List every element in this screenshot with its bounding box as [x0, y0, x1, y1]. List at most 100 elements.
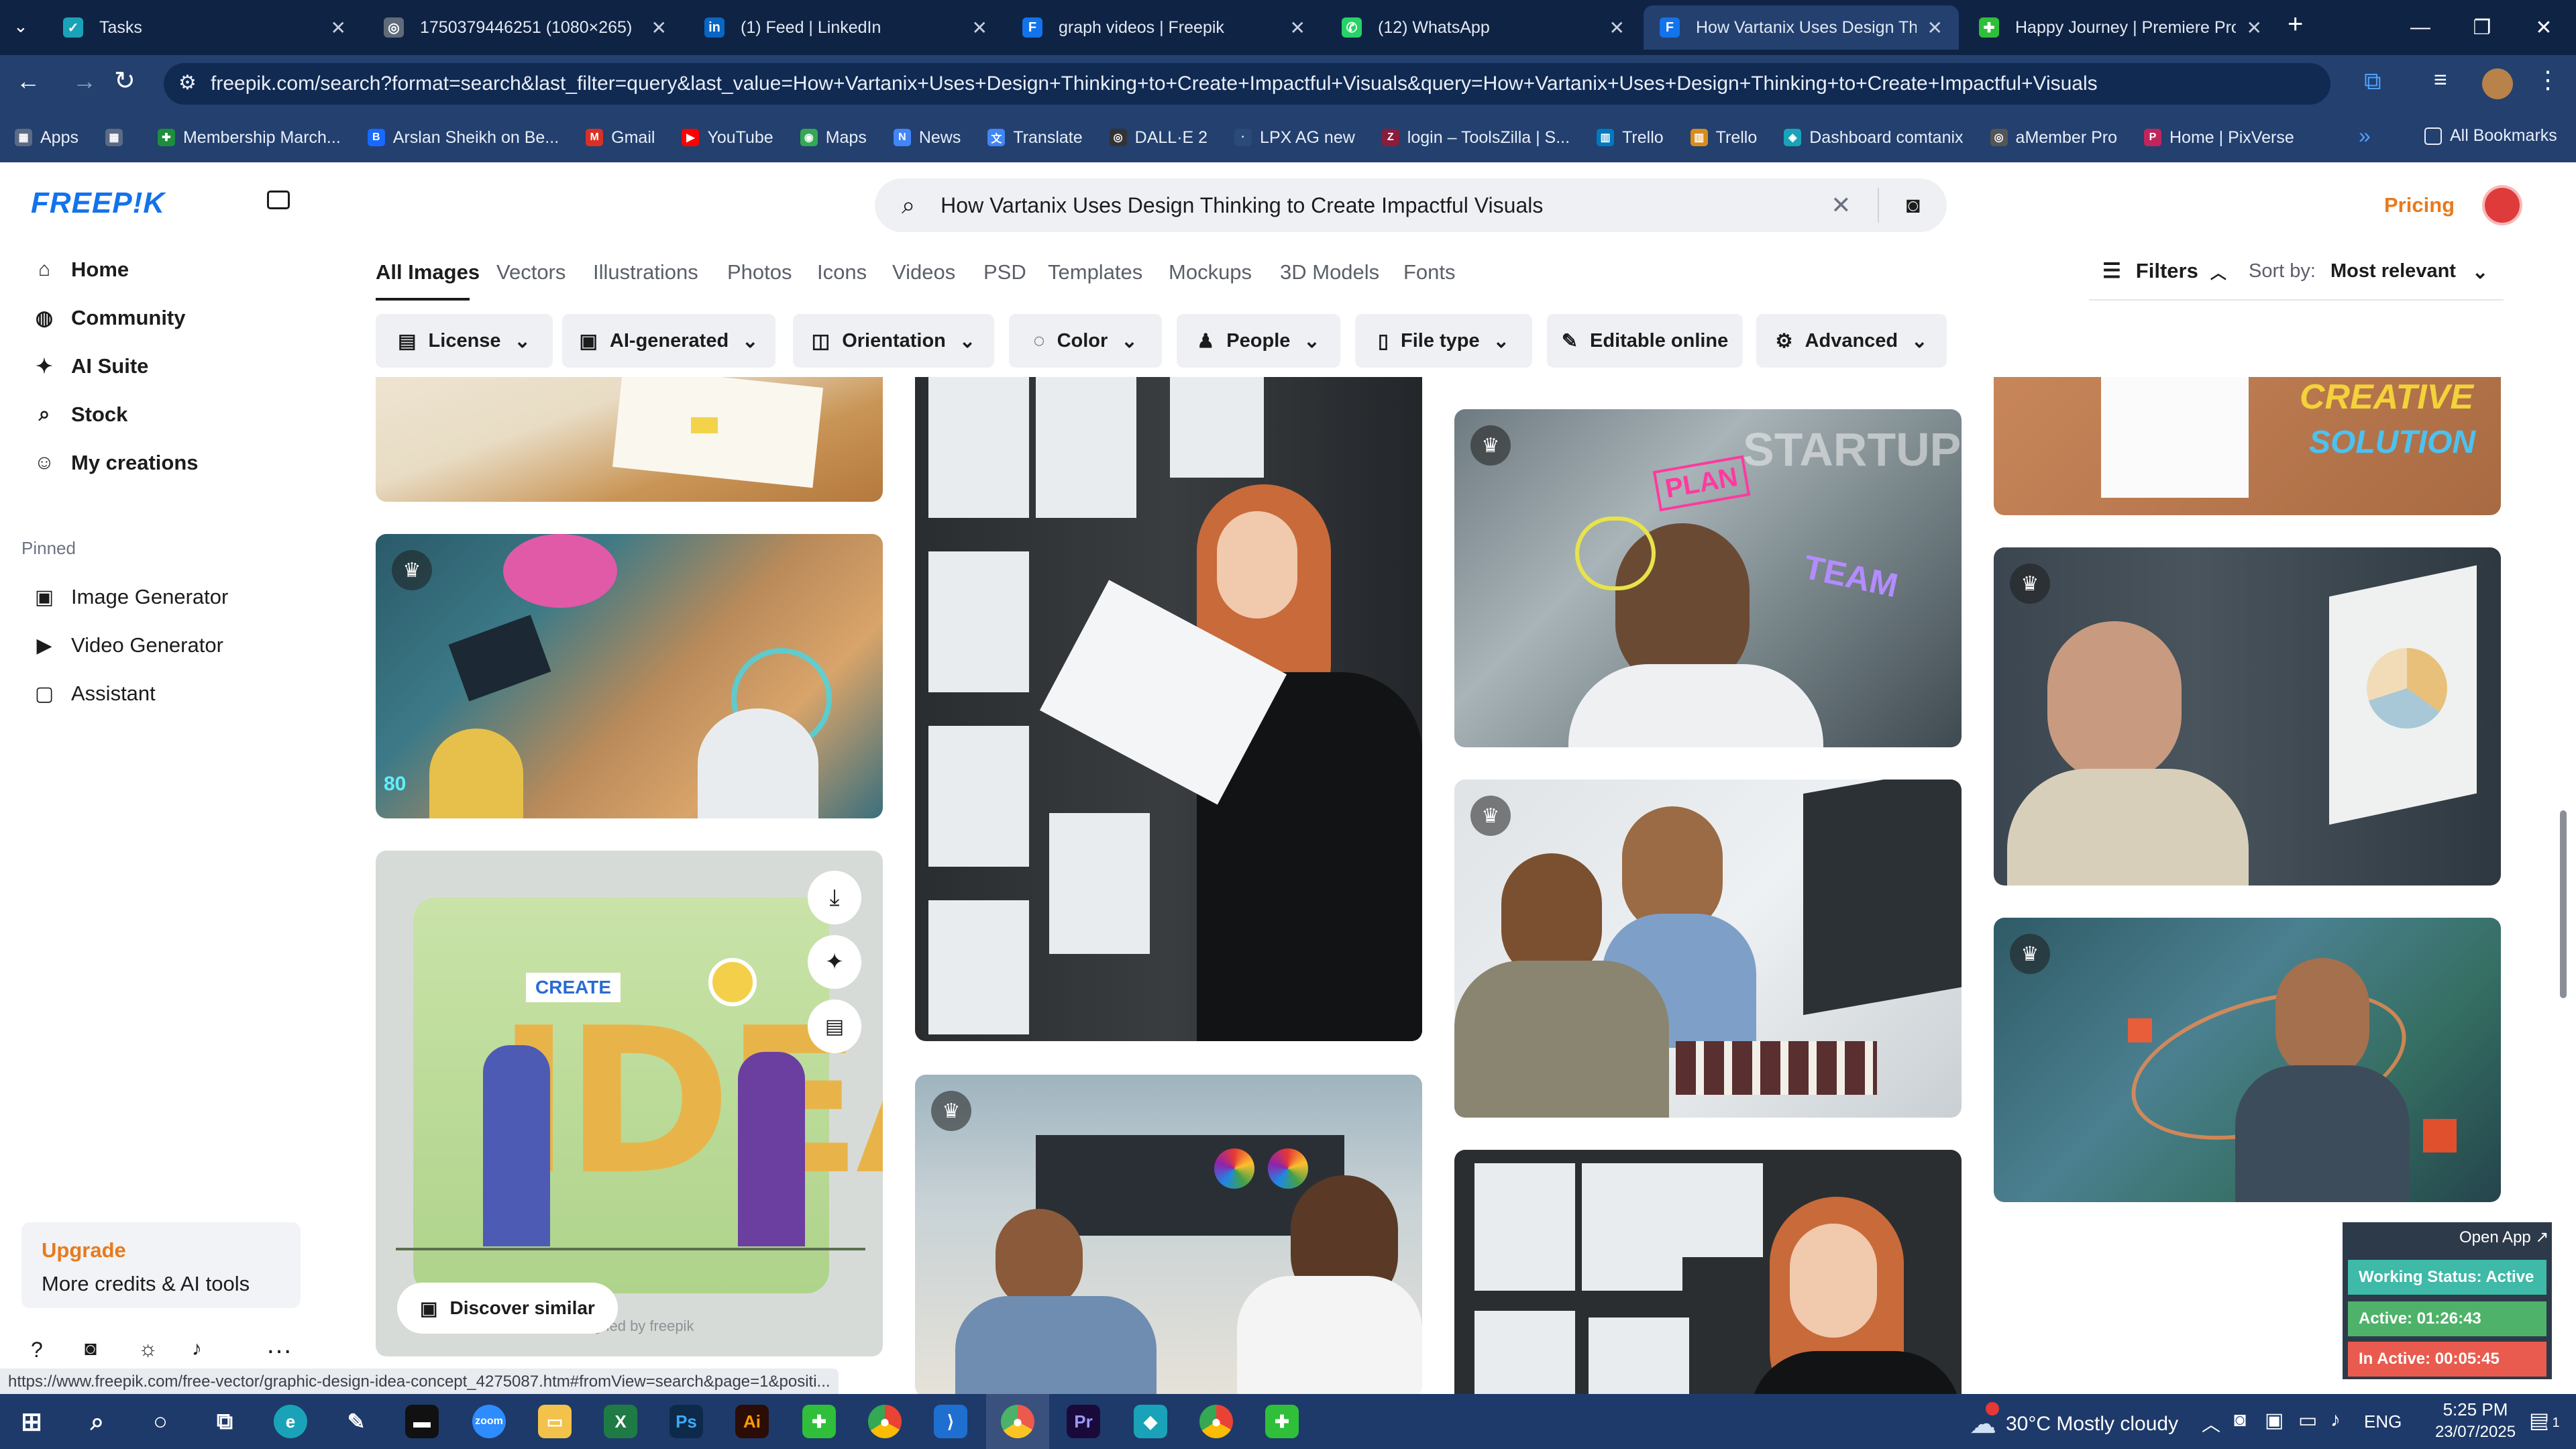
bookmark-trello-1[interactable]: ▥ Trello: [1597, 128, 1664, 148]
result-image-2[interactable]: ♛ 80: [376, 534, 883, 818]
media-icon[interactable]: ≡: [2434, 67, 2447, 93]
collapse-sidebar-icon[interactable]: [267, 191, 290, 209]
screen-icon[interactable]: ▣: [2265, 1409, 2284, 1432]
save-collection-button[interactable]: ▤: [808, 1000, 861, 1053]
result-image-11[interactable]: ♛: [1994, 918, 2501, 1202]
pinned-video-generator[interactable]: ▶ Video Generator: [31, 633, 223, 657]
bookmark-maps[interactable]: ◉ Maps: [800, 128, 867, 148]
reload-icon[interactable]: ↻: [114, 66, 136, 96]
app-teal-icon[interactable]: ◆: [1134, 1405, 1167, 1438]
premiere-icon[interactable]: Pr: [1067, 1405, 1100, 1438]
restore-button[interactable]: ❐: [2453, 0, 2512, 55]
task-view-icon[interactable]: ⧉: [208, 1405, 241, 1438]
nav-community[interactable]: ◍ Community: [31, 306, 186, 330]
chip-orientation[interactable]: ◫ Orientation ⌄: [793, 314, 994, 368]
more-bookmarks-icon[interactable]: »: [2359, 123, 2371, 148]
pinned-image-generator[interactable]: ▣ Image Generator: [31, 585, 229, 609]
tab-vectors[interactable]: Vectors: [496, 260, 566, 284]
tab-icons[interactable]: Icons: [817, 260, 867, 284]
profile-avatar[interactable]: [2482, 68, 2513, 99]
chrome-profile-icon[interactable]: ●: [1199, 1405, 1233, 1438]
tab-videos[interactable]: Videos: [892, 260, 955, 284]
excel-icon[interactable]: X: [604, 1405, 637, 1438]
result-image-4[interactable]: [915, 377, 1422, 1041]
tab-premiere[interactable]: ✚ Happy Journey | Premiere Pro I ✕: [1963, 5, 2278, 50]
filters-toggle[interactable]: ☰ Filters ︿: [2102, 259, 2226, 283]
search-input[interactable]: How Vartanix Uses Design Thinking to Cre…: [941, 193, 1831, 218]
help-icon[interactable]: ?: [31, 1338, 43, 1362]
chip-file-type[interactable]: ▯ File type ⌄: [1355, 314, 1532, 368]
notification-icon[interactable]: ▤: [2529, 1407, 2549, 1433]
result-image-9[interactable]: CREATIVE SOLUTION: [1994, 377, 2501, 515]
bookmark-trello-2[interactable]: ▥ Trello: [1690, 128, 1757, 148]
bookmark-lpx[interactable]: · LPX AG new: [1234, 128, 1355, 148]
theme-icon[interactable]: ☼: [138, 1336, 158, 1361]
tab-3d-models[interactable]: 3D Models: [1280, 260, 1379, 284]
pinned-assistant[interactable]: ▢ Assistant: [31, 682, 156, 706]
illustrator-icon[interactable]: Ai: [735, 1405, 769, 1438]
pricing-link[interactable]: Pricing: [2384, 193, 2455, 217]
tab-tasks[interactable]: ✓ Tasks ✕: [47, 5, 362, 50]
close-icon[interactable]: ✕: [972, 17, 987, 39]
edge-icon[interactable]: e: [274, 1405, 307, 1438]
tab-all-images[interactable]: All Images: [376, 260, 480, 284]
close-icon[interactable]: ✕: [1609, 17, 1625, 39]
bookmark-pixverse[interactable]: P Home | PixVerse: [2144, 128, 2294, 148]
tab-image[interactable]: ◎ 1750379446251 (1080×265) ✕: [368, 5, 683, 50]
nav-stock[interactable]: ⌕ Stock: [31, 402, 128, 427]
start-icon[interactable]: ⊞: [15, 1405, 48, 1438]
close-icon[interactable]: ✕: [1290, 17, 1305, 39]
tab-psd[interactable]: PSD: [983, 260, 1026, 284]
result-image-10[interactable]: ♛: [1994, 547, 2501, 885]
url-field[interactable]: ⚙ freepik.com/search?format=search&last_…: [164, 63, 2330, 105]
result-image-6[interactable]: ♛ STARTUP PLAN TEAM: [1454, 409, 1962, 747]
bookmark-amember[interactable]: ◎ aMember Pro: [1990, 128, 2117, 148]
bookmark-grid[interactable]: ▦: [105, 129, 131, 146]
minimize-button[interactable]: —: [2391, 0, 2450, 55]
tab-freepik-graph[interactable]: F graph videos | Freepik ✕: [1006, 5, 1322, 50]
file-explorer-icon[interactable]: ▭: [538, 1405, 572, 1438]
result-image-3-hovered[interactable]: IDEA CREATE Designed by freepik ⤓ ✦ ▤ ▣ …: [376, 851, 883, 1356]
app-green-icon[interactable]: ✚: [802, 1405, 836, 1438]
sort-dropdown[interactable]: Most relevant ⌄: [2330, 260, 2488, 284]
page-scrollbar[interactable]: [2560, 810, 2567, 998]
result-image-1[interactable]: [376, 377, 883, 502]
freepik-logo[interactable]: FREEP!K: [31, 186, 165, 220]
all-bookmarks[interactable]: All Bookmarks: [2424, 126, 2557, 146]
nav-my-creations[interactable]: ☺ My creations: [31, 451, 199, 475]
new-tab-button[interactable]: +: [2288, 9, 2303, 40]
network-icon[interactable]: ▭: [2298, 1409, 2317, 1432]
result-image-7[interactable]: ♛: [1454, 780, 1962, 1118]
browser-menu-icon[interactable]: ⋮: [2536, 66, 2560, 94]
chip-color[interactable]: ◌ Color ⌄: [1009, 314, 1162, 368]
photoshop-icon[interactable]: Ps: [669, 1405, 703, 1438]
weather-widget[interactable]: ☁ 30°C Mostly cloudy: [1970, 1409, 2178, 1440]
more-icon[interactable]: …: [266, 1330, 292, 1360]
tab-freepik-active[interactable]: F How Vartanix Uses Design Thin ✕: [1644, 5, 1959, 50]
terminal-icon[interactable]: ▬: [405, 1405, 439, 1438]
search-bar[interactable]: ⌕ How Vartanix Uses Design Thinking to C…: [875, 178, 1947, 232]
language-indicator[interactable]: ENG: [2364, 1411, 2402, 1432]
extensions-icon[interactable]: ⧉: [2364, 67, 2381, 96]
close-icon[interactable]: ✕: [1927, 17, 1943, 39]
result-image-5[interactable]: ♛: [915, 1075, 1422, 1394]
chip-advanced[interactable]: ⚙ Advanced ⌄: [1756, 314, 1947, 368]
tab-photos[interactable]: Photos: [727, 260, 792, 284]
user-avatar[interactable]: [2482, 185, 2522, 225]
result-image-8[interactable]: [1454, 1150, 1962, 1394]
bookmark-membership[interactable]: ✚ Membership March...: [157, 128, 341, 148]
meet-now-icon[interactable]: ◙: [2234, 1409, 2246, 1432]
tray-chevron-icon[interactable]: ︿: [2202, 1410, 2220, 1437]
tab-illustrations[interactable]: Illustrations: [593, 260, 698, 284]
clock[interactable]: 5:25 PM 23/07/2025: [2430, 1399, 2521, 1442]
volume-icon[interactable]: ♪: [2330, 1409, 2341, 1432]
discord-icon[interactable]: ◙: [85, 1338, 97, 1360]
bookmark-youtube[interactable]: ▶ YouTube: [682, 128, 773, 148]
chip-license[interactable]: ▤ License ⌄: [376, 314, 553, 368]
discover-similar-button[interactable]: ▣ Discover similar: [397, 1283, 618, 1334]
cortana-icon[interactable]: ○: [144, 1405, 177, 1438]
chip-editable-online[interactable]: ✎ Editable online: [1547, 314, 1743, 368]
bookmark-behance[interactable]: B Arslan Sheikh on Be...: [367, 128, 559, 148]
tab-search-icon[interactable]: ⌄: [13, 16, 28, 37]
back-icon[interactable]: ←: [16, 67, 40, 95]
